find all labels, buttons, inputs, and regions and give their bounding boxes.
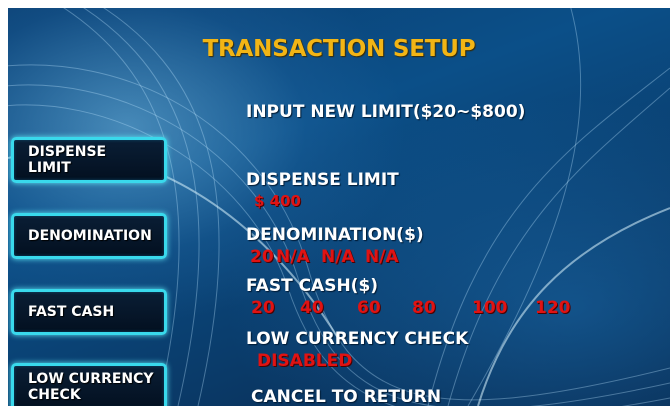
fast-cash-value: 60 [357, 298, 381, 318]
dispense-limit-label: DISPENSE LIMIT [246, 170, 399, 190]
fast-cash-button-label: FAST CASH [28, 304, 115, 320]
denomination-button-label: DENOMINATION [28, 228, 152, 244]
dispense-limit-button-label: DISPENSE LIMIT [28, 144, 107, 176]
dispense-limit-button[interactable]: DISPENSE LIMIT [11, 137, 167, 183]
fast-cash-value: 40 [300, 298, 324, 318]
low-currency-check-value: DISABLED [257, 351, 353, 371]
denomination-value: N/A [365, 247, 399, 267]
denomination-value: N/A [321, 247, 355, 267]
page-title: TRANSACTION SETUP [202, 36, 476, 62]
cancel-to-return-text: CANCEL TO RETURN [251, 387, 442, 406]
low-currency-check-button[interactable]: LOW CURRENCY CHECK [11, 363, 167, 406]
dispense-limit-value: $ 400 [254, 192, 301, 210]
atm-screen: TRANSACTION SETUP INPUT NEW LIMIT($20~$8… [8, 8, 670, 406]
fast-cash-value: 20 [251, 298, 275, 318]
fast-cash-value: 80 [412, 298, 436, 318]
instruction-text: INPUT NEW LIMIT($20~$800) [246, 102, 526, 122]
fast-cash-label: FAST CASH($) [246, 276, 379, 296]
fast-cash-value: 120 [535, 298, 571, 318]
denomination-label: DENOMINATION($) [246, 225, 424, 245]
fast-cash-button[interactable]: FAST CASH [11, 289, 167, 335]
low-currency-check-button-label: LOW CURRENCY CHECK [28, 371, 154, 403]
denomination-value: N/A [276, 247, 310, 267]
low-currency-check-label: LOW CURRENCY CHECK [246, 329, 469, 349]
fast-cash-value: 100 [472, 298, 508, 318]
denomination-button[interactable]: DENOMINATION [11, 213, 167, 259]
denomination-value: 20 [250, 247, 274, 267]
